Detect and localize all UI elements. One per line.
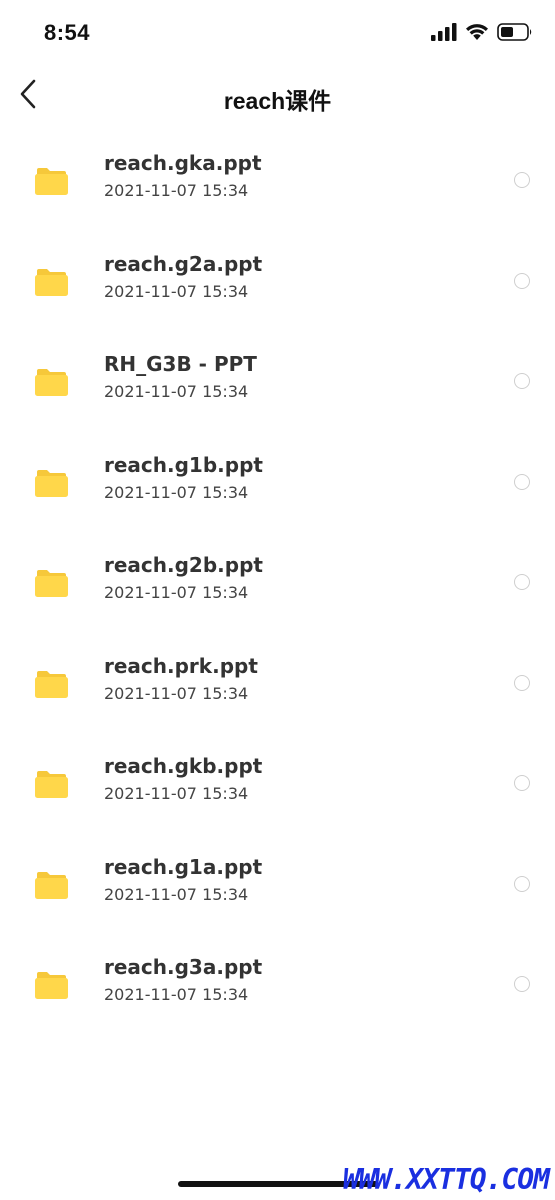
- file-time: 2021-11-07 15:34: [104, 482, 249, 502]
- select-radio[interactable]: [514, 875, 530, 892]
- select-radio[interactable]: [514, 674, 530, 691]
- folder-icon: [35, 569, 68, 597]
- file-time: 2021-11-07 15:34: [104, 683, 249, 703]
- file-name: reach.g1b.ppt: [104, 452, 263, 477]
- status-time: 8:54: [44, 20, 91, 45]
- select-radio[interactable]: [514, 775, 530, 791]
- file-time: 2021-11-07 15:34: [104, 884, 249, 904]
- folder-icon: [35, 770, 68, 798]
- file-row[interactable]: reach.g3a.ppt 2021-11-07 15:34: [0, 934, 555, 1035]
- folder-icon: [35, 971, 68, 999]
- file-time: 2021-11-07 15:34: [104, 281, 249, 301]
- file-name: reach.g3a.ppt: [104, 955, 263, 979]
- cellular-signal-icon: [431, 22, 457, 46]
- select-radio[interactable]: [514, 473, 530, 490]
- file-time: 2021-11-07 15:34: [104, 181, 249, 200]
- folder-icon: [35, 871, 68, 899]
- file-name: reach.g1a.ppt: [104, 854, 263, 879]
- wifi-icon: [465, 23, 489, 46]
- folder-icon: [35, 268, 68, 296]
- file-name: reach.g2b.ppt: [104, 553, 263, 577]
- folder-icon: [35, 167, 68, 195]
- file-row[interactable]: reach.prk.ppt 2021-11-07 15:34: [0, 633, 555, 734]
- screen: 8:54 reach课件 reach.gka.ppt 2021-11-07 15…: [0, 0, 555, 1200]
- select-radio[interactable]: [514, 172, 530, 188]
- file-name: reach.prk.ppt: [104, 653, 258, 678]
- file-time: 2021-11-07 15:34: [104, 985, 249, 1004]
- file-name: RH_G3B - PPT: [104, 352, 257, 376]
- page-title: reach课件: [223, 88, 332, 114]
- folder-icon: [35, 368, 68, 396]
- file-time: 2021-11-07 15:34: [104, 382, 249, 401]
- select-radio[interactable]: [514, 976, 530, 992]
- status-icons: [431, 22, 533, 46]
- folder-icon: [35, 469, 68, 497]
- nav-bar: reach课件: [0, 66, 555, 130]
- file-row[interactable]: reach.g2a.ppt 2021-11-07 15:34: [0, 231, 555, 332]
- file-row[interactable]: reach.gkb.ppt 2021-11-07 15:34: [0, 733, 555, 834]
- file-name: reach.gka.ppt: [104, 151, 262, 175]
- battery-icon: [497, 22, 533, 46]
- file-row[interactable]: reach.g1b.ppt 2021-11-07 15:34: [0, 432, 555, 533]
- file-row[interactable]: reach.gka.ppt 2021-11-07 15:34: [0, 130, 555, 231]
- folder-icon: [35, 670, 68, 698]
- file-name: reach.g2a.ppt: [104, 251, 263, 276]
- file-row[interactable]: RH_G3B - PPT 2021-11-07 15:34: [0, 331, 555, 432]
- watermark-text: WWW.XXTTQ.COM: [342, 1163, 550, 1196]
- select-radio[interactable]: [514, 373, 530, 389]
- file-list: reach.gka.ppt 2021-11-07 15:34 reach.g2a…: [0, 130, 555, 1035]
- file-row[interactable]: reach.g2b.ppt 2021-11-07 15:34: [0, 532, 555, 633]
- file-time: 2021-11-07 15:34: [104, 784, 249, 803]
- file-row[interactable]: reach.g1a.ppt 2021-11-07 15:34: [0, 834, 555, 935]
- status-bar: 8:54: [0, 0, 555, 66]
- file-name: reach.gkb.ppt: [104, 754, 263, 778]
- select-radio[interactable]: [514, 574, 530, 590]
- select-radio[interactable]: [514, 272, 530, 289]
- file-time: 2021-11-07 15:34: [104, 583, 249, 602]
